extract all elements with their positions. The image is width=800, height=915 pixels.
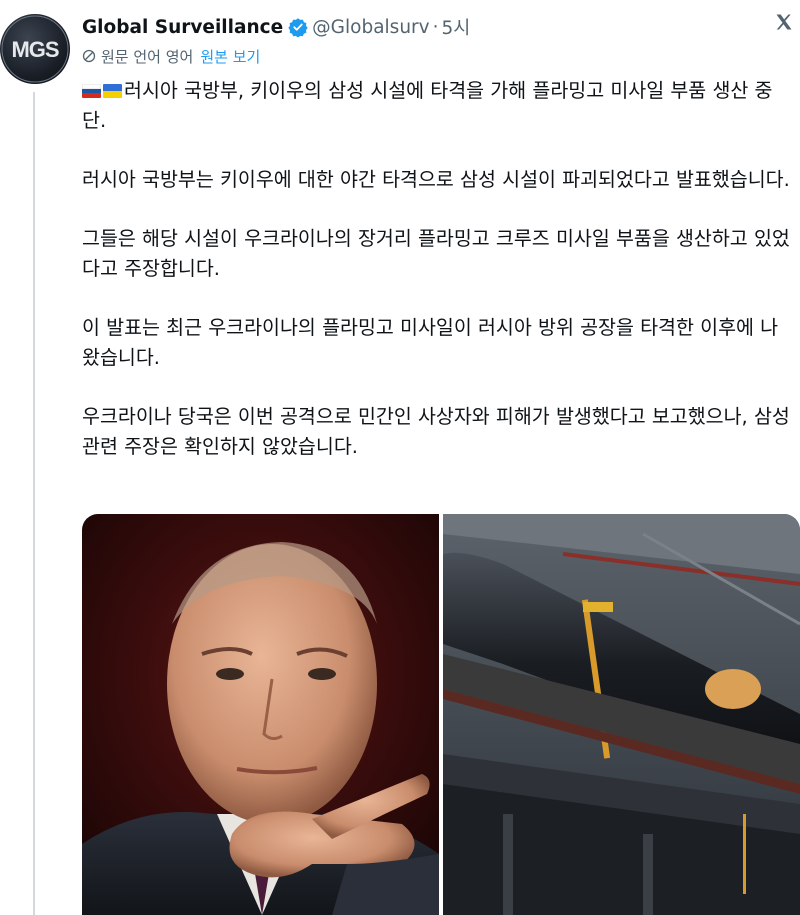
translate-icon xyxy=(82,49,96,63)
avatar-text: MGS xyxy=(11,37,58,62)
translation-row: 원문 언어 영어 원본 보기 xyxy=(82,44,260,68)
verified-badge-icon xyxy=(288,17,308,38)
thread-line xyxy=(33,92,35,915)
translation-label: 원문 언어 영어 xyxy=(101,47,194,66)
media-grid xyxy=(82,514,800,915)
separator-dot: · xyxy=(432,16,439,38)
tweet-paragraph: 러시아 국방부는 키이우에 대한 야간 타격으로 삼성 시설이 파괴되었다고 발… xyxy=(82,168,790,191)
tweet-header: Global Surveillance @Globalsurv · 5시 xyxy=(82,14,470,40)
tweet-paragraph: 이 발표는 최근 우크라이나의 플라밍고 미사일이 러시아 방위 공장을 타격한… xyxy=(82,316,779,369)
russia-flag-icon xyxy=(82,84,101,98)
media-image-portrait[interactable] xyxy=(82,514,439,915)
tweet-paragraph: 러시아 국방부, 키이우의 삼성 시설에 타격을 가해 플라밍고 미사일 부품 … xyxy=(82,79,773,132)
handle[interactable]: @Globalsurv xyxy=(312,17,429,38)
tweet-paragraph: 그들은 해당 시설이 우크라이나의 장거리 플라밍고 크루즈 미사일 부품을 생… xyxy=(82,227,790,280)
media-image-missile[interactable] xyxy=(443,514,800,915)
tweet-text: 러시아 국방부, 키이우의 삼성 시설에 타격을 가해 플라밍고 미사일 부품 … xyxy=(82,76,796,491)
timestamp[interactable]: 5시 xyxy=(442,14,471,40)
x-logo-icon[interactable] xyxy=(774,12,794,38)
tweet-paragraph: 우크라이나 당국은 이번 공격으로 민간인 사상자와 피해가 발생했다고 보고했… xyxy=(82,405,790,458)
avatar[interactable]: MGS xyxy=(0,14,70,84)
display-name[interactable]: Global Surveillance xyxy=(82,17,283,38)
show-original-link[interactable]: 원본 보기 xyxy=(200,46,260,67)
ukraine-flag-icon xyxy=(103,84,122,98)
